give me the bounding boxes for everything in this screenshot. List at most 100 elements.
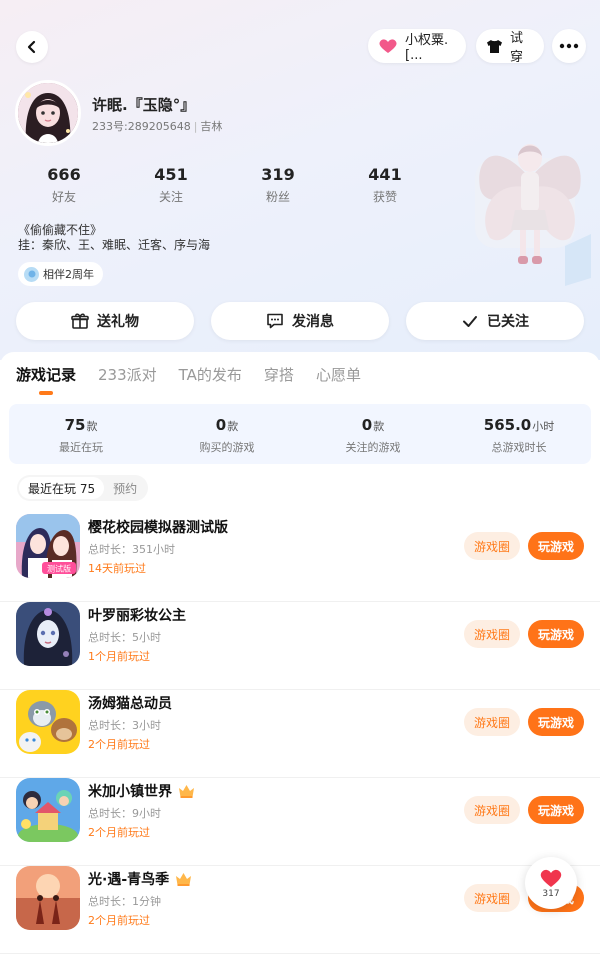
game-name-text: 叶罗丽彩妆公主 <box>88 608 186 624</box>
summary-followed[interactable]: 0款 关注的游戏 <box>308 416 438 455</box>
game-duration: 总时长：3小时 <box>88 719 161 732</box>
play-game-button[interactable]: 玩游戏 <box>528 532 584 560</box>
tshirt-icon <box>486 39 503 54</box>
game-name-text: 樱花校园模拟器测试版 <box>88 520 228 536</box>
game-icon[interactable] <box>16 690 80 754</box>
more-dots-icon <box>559 43 579 49</box>
summary-value: 75款 <box>16 416 146 434</box>
game-row[interactable]: 测试版 樱花校园模拟器测试版 总时长：351小时 14天前玩过 游戏圈 玩游戏 <box>0 514 600 602</box>
game-name: 光·遇-青鸟季 <box>88 869 192 889</box>
try-on-label: 试穿 <box>510 31 524 65</box>
character-figure[interactable] <box>465 118 595 293</box>
game-last-played: 2个月前玩过 <box>88 914 150 927</box>
game-row[interactable]: 汤姆猫总动员 总时长：3小时 2个月前玩过 游戏圈 玩游戏 <box>0 690 600 778</box>
stat-value: 319 <box>261 165 295 184</box>
summary-number: 75 <box>64 416 86 434</box>
tab-game-records[interactable]: 游戏记录 <box>16 364 76 385</box>
game-name-text: 光·遇-青鸟季 <box>88 872 170 888</box>
game-name-text: 汤姆猫总动员 <box>88 696 172 712</box>
game-name: 叶罗丽彩妆公主 <box>88 605 186 625</box>
game-row[interactable]: 光·遇-青鸟季 总时长：1分钟 2个月前玩过 游戏圈 玩游戏 <box>0 866 600 954</box>
more-button[interactable] <box>552 29 586 63</box>
game-circle-button[interactable]: 游戏圈 <box>464 620 520 648</box>
back-button[interactable] <box>16 31 48 63</box>
gift-icon <box>71 312 89 330</box>
tab-posts[interactable]: TA的发布 <box>179 364 242 385</box>
summary-number: 0 <box>215 416 227 434</box>
summary-number: 0 <box>361 416 373 434</box>
game-subtabs: 最近在玩 75 预约 <box>17 475 149 501</box>
stat-value: 441 <box>368 165 402 184</box>
stat-friends[interactable]: 666 好友 <box>29 165 99 205</box>
message-icon <box>266 312 284 330</box>
game-circle-button[interactable]: 游戏圈 <box>464 708 520 736</box>
stat-likes[interactable]: 441 获赞 <box>350 165 420 205</box>
play-game-button[interactable]: 玩游戏 <box>528 796 584 824</box>
game-last-played: 2个月前玩过 <box>88 826 150 839</box>
summary-label: 总游戏时长 <box>491 441 547 454</box>
tab-outfits[interactable]: 穿搭 <box>264 364 294 385</box>
tab-party[interactable]: 233派对 <box>98 364 157 385</box>
bio-line-2: 挂：秦欣、王、难眠、迁客、序与海 <box>18 238 211 252</box>
send-message-button[interactable]: 发消息 <box>211 302 389 340</box>
followed-label: 已关注 <box>487 314 529 330</box>
chevron-left-icon <box>27 40 36 54</box>
game-circle-button[interactable]: 游戏圈 <box>464 884 520 912</box>
summary-unit: 款 <box>86 420 98 433</box>
active-tab-indicator <box>39 391 53 395</box>
stat-label: 好友 <box>51 190 76 204</box>
tab-wishlist[interactable]: 心愿单 <box>316 364 361 385</box>
user-meta: 233号:289205648 | 吉林 <box>92 118 222 134</box>
game-name-text: 米加小镇世界 <box>88 784 172 800</box>
game-duration: 总时长：351小时 <box>88 543 175 556</box>
crown-icon <box>175 872 192 887</box>
try-on-button[interactable]: 试穿 <box>476 29 544 65</box>
summary-number: 565.0 <box>483 416 532 434</box>
play-game-button[interactable]: 玩游戏 <box>528 620 584 648</box>
summary-recent[interactable]: 75款 最近在玩 <box>16 416 146 455</box>
stat-fans[interactable]: 319 粉丝 <box>243 165 313 205</box>
game-name: 米加小镇世界 <box>88 781 195 801</box>
game-icon[interactable] <box>16 778 80 842</box>
floating-like-button[interactable]: 317 <box>525 857 577 909</box>
game-icon[interactable]: 测试版 <box>16 514 80 578</box>
game-icon-badge: 测试版 <box>47 564 71 574</box>
send-gift-button[interactable]: 送礼物 <box>16 302 194 340</box>
subtab-recent[interactable]: 最近在玩 75 <box>19 477 105 499</box>
summary-value: 0款 <box>308 416 438 434</box>
followed-button[interactable]: 已关注 <box>406 302 584 340</box>
game-icon[interactable] <box>16 602 80 666</box>
intimacy-label: 小权粟.[... <box>405 33 449 63</box>
summary-total-time[interactable]: 565.0小时 总游戏时长 <box>454 416 584 455</box>
user-id: 233号:289205648 <box>92 120 191 133</box>
summary-unit: 款 <box>373 420 385 433</box>
stat-label: 粉丝 <box>265 190 290 204</box>
crown-icon <box>178 784 195 799</box>
intimacy-pill[interactable]: 小权粟.[... <box>368 29 466 63</box>
avatar[interactable] <box>15 80 81 146</box>
game-row[interactable]: 米加小镇世界 总时长：9小时 2个月前玩过 游戏圈 玩游戏 <box>0 778 600 866</box>
game-icon[interactable] <box>16 866 80 930</box>
subtab-reserve[interactable]: 预约 <box>104 477 146 499</box>
stat-label: 获赞 <box>372 190 397 204</box>
anniversary-label: 相伴2周年 <box>43 268 94 281</box>
stat-value: 666 <box>47 165 81 184</box>
summary-value: 565.0小时 <box>454 416 584 434</box>
send-message-label: 发消息 <box>292 314 334 330</box>
game-row[interactable]: 叶罗丽彩妆公主 总时长：5小时 1个月前玩过 游戏圈 玩游戏 <box>0 602 600 690</box>
stat-following[interactable]: 451 关注 <box>136 165 206 205</box>
anniversary-icon <box>24 266 39 282</box>
summary-purchased[interactable]: 0款 购买的游戏 <box>162 416 292 455</box>
heart-icon <box>540 869 562 887</box>
play-game-button[interactable]: 玩游戏 <box>528 708 584 736</box>
send-gift-label: 送礼物 <box>97 314 139 330</box>
summary-unit: 小时 <box>532 420 555 433</box>
summary-label: 最近在玩 <box>59 441 103 454</box>
checkmark-icon <box>461 312 479 330</box>
game-last-played: 1个月前玩过 <box>88 650 150 663</box>
game-name: 樱花校园模拟器测试版 <box>88 517 228 537</box>
summary-value: 0款 <box>162 416 292 434</box>
like-count: 317 <box>542 888 560 899</box>
game-circle-button[interactable]: 游戏圈 <box>464 532 520 560</box>
game-circle-button[interactable]: 游戏圈 <box>464 796 520 824</box>
